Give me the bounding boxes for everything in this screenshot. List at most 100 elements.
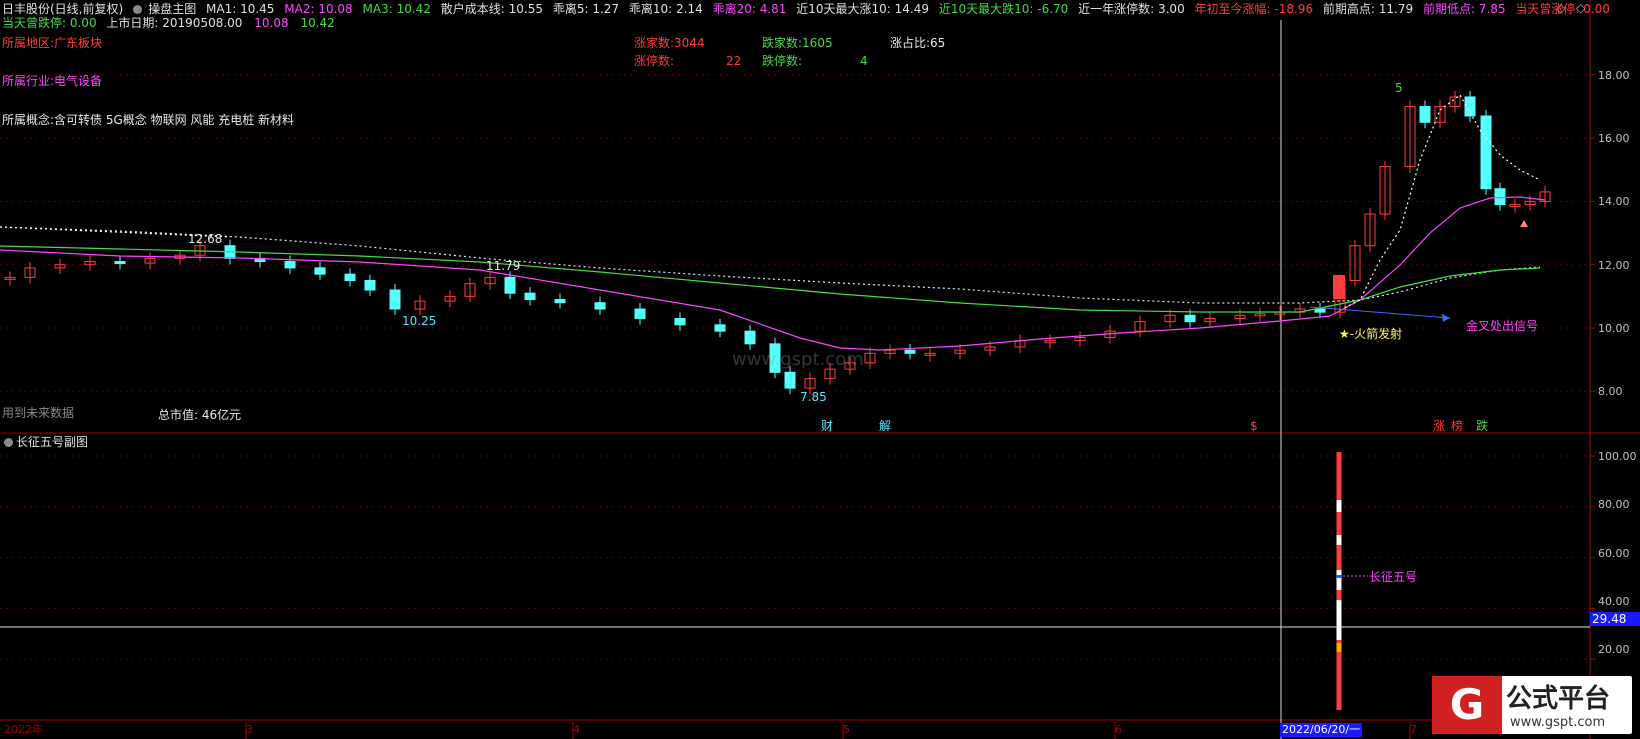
header-row-2: 当天曾跌停: 0.00 上市日期: 20190508.00 10.08 10.4… xyxy=(2,16,335,30)
aux-value-2: 10.42 xyxy=(300,16,335,30)
industry-label: 所属行业:电气设备 xyxy=(2,74,103,88)
price-tick-10: 10.00 xyxy=(1598,322,1630,335)
listing-date-value: 上市日期: 20190508.00 xyxy=(106,16,243,30)
candle-body xyxy=(114,261,126,265)
price-tick-8: 8.00 xyxy=(1598,385,1623,398)
cursor-date-label: 2022/06/20/一 xyxy=(1280,723,1363,737)
time-label-april: 4 xyxy=(573,723,580,736)
brand-title: 公式平台 xyxy=(1506,684,1611,714)
main-chart-label[interactable]: 操盘主图 xyxy=(148,2,196,16)
prev-high-value: 前期高点: 11.79 xyxy=(1322,2,1414,16)
candle-body xyxy=(674,318,686,326)
candle-body xyxy=(1494,188,1506,206)
bias5-value: 乖离5: 1.27 xyxy=(552,2,620,16)
candle-body xyxy=(364,280,376,291)
ma1-value: MA1: 10.45 xyxy=(206,2,275,16)
event-unlock-marker[interactable]: 解 xyxy=(879,419,891,433)
up-count-label: 涨家数:3044 xyxy=(634,36,705,50)
bias20-value: 乖离20: 4.81 xyxy=(712,2,787,16)
candle-body xyxy=(744,330,756,345)
candle-body xyxy=(594,302,606,310)
candle-body xyxy=(634,308,646,320)
ma2-line xyxy=(0,196,1546,351)
stock-name[interactable]: 日丰股份(日线,前复权) xyxy=(2,2,123,16)
sub-chart-title[interactable]: 长征五号副图 xyxy=(16,435,88,449)
event-rise-marker[interactable]: 涨 xyxy=(1433,419,1445,433)
sub-series-label: 长征五号 xyxy=(1369,570,1418,584)
candle-body xyxy=(284,261,296,269)
time-label-march: 3 xyxy=(246,723,253,736)
candle-body xyxy=(714,324,726,332)
small-triangle-marker xyxy=(1520,220,1528,227)
sub-tick-40: 40.00 xyxy=(1598,595,1630,608)
event-dollar-marker[interactable]: $ xyxy=(1250,419,1258,433)
signal-arrow xyxy=(1309,306,1451,319)
diamond-icon[interactable]: ◇ xyxy=(1556,1,1565,15)
limit-down-count-label: 跌停数: xyxy=(762,54,803,68)
candle-body xyxy=(1419,105,1431,123)
ever-limit-down-value: 当天曾跌停: 0.00 xyxy=(2,16,97,30)
candle-body xyxy=(1480,115,1492,190)
menu-dot-icon[interactable] xyxy=(133,5,143,14)
candle-body xyxy=(1314,308,1326,313)
candle-body xyxy=(784,371,796,389)
candle-body xyxy=(554,299,566,304)
candle-body xyxy=(344,273,356,282)
ytd-change-value: 年初至今涨幅: -18.96 xyxy=(1194,2,1314,16)
limit-up-count-value: 22 xyxy=(726,54,742,68)
candle-body xyxy=(504,276,516,294)
brand-url: www.gspt.com xyxy=(1510,715,1606,730)
sub-tick-60: 60.00 xyxy=(1598,547,1630,560)
brand-logo-icon: G xyxy=(1432,676,1502,734)
candle-body xyxy=(904,349,916,354)
time-label-july: 7 xyxy=(1410,723,1417,736)
candle-body xyxy=(524,292,536,301)
price-tick-16: 16.00 xyxy=(1598,132,1630,145)
event-list-marker[interactable]: 榜 xyxy=(1451,419,1463,433)
limit-up-year-value: 近一年涨停数: 3.00 xyxy=(1078,2,1185,16)
limit-up-candle xyxy=(1333,275,1345,299)
event-finance-marker[interactable]: 财 xyxy=(821,419,833,433)
price-tick-14: 14.00 xyxy=(1598,195,1630,208)
sub-tick-80: 80.00 xyxy=(1598,498,1630,511)
prev-low-value: 前期低点: 7.85 xyxy=(1422,2,1506,16)
sub-chart-menu-icon[interactable] xyxy=(4,438,13,447)
aux-value-1: 10.08 xyxy=(254,16,289,30)
limit-up-count-label: 涨停数: xyxy=(634,54,675,68)
rocket-signal-label: ★-火箭发射 xyxy=(1339,327,1403,341)
retail-cost-value: 散户成本线: 10.55 xyxy=(440,2,543,16)
watermark: www.gspt.com xyxy=(732,349,864,370)
down-count-label: 跌家数:1605 xyxy=(762,36,833,50)
signal-arrow-head xyxy=(1442,314,1450,322)
low-price-label-2: 7.85 xyxy=(800,390,827,404)
expand-icon[interactable]: ◇ xyxy=(1576,1,1585,15)
price-tick-18: 18.00 xyxy=(1598,69,1630,82)
high-price-label: 12.68 xyxy=(188,232,223,246)
ma2-value: MA2: 10.08 xyxy=(284,2,353,16)
max-fall10-value: 近10天最大跌10: -6.70 xyxy=(938,2,1069,16)
candle-body xyxy=(389,289,401,310)
sub-tick-100: 100.00 xyxy=(1598,450,1637,463)
time-label-may: 5 xyxy=(843,723,850,736)
bias10-value: 乖离10: 2.14 xyxy=(628,2,703,16)
sub-tick-20: 20.00 xyxy=(1598,643,1630,656)
candle-body xyxy=(314,267,326,275)
up-ratio-label: 涨占比:65 xyxy=(890,36,946,50)
future-data-label: 用到未来数据 xyxy=(2,406,75,420)
golden-cross-label: 金叉处出信号 xyxy=(1466,319,1539,333)
mid-price-label: 11.79 xyxy=(486,259,521,273)
candle-body xyxy=(1184,314,1196,323)
concepts-label: 所属概念:含可转债 5G概念 物联网 风能 充电桩 新材料 xyxy=(2,113,295,127)
header-row-1: 日丰股份(日线,前复权) 操盘主图 MA1: 10.45 MA2: 10.08 M… xyxy=(2,2,1616,16)
time-label-year: 2022年 xyxy=(4,723,43,736)
price-tick-12: 12.00 xyxy=(1598,259,1630,272)
count-label: 5 xyxy=(1395,81,1403,95)
market-cap-label: 总市值: 46亿元 xyxy=(158,408,242,422)
region-label: 所属地区:广东板块 xyxy=(2,36,103,50)
sub-chart-header: 长征五号副图 xyxy=(2,435,88,449)
event-fall-marker[interactable]: 跌 xyxy=(1476,419,1488,433)
max-rise10-value: 近10天最大涨10: 14.49 xyxy=(796,2,930,16)
low-price-label-1: 10.25 xyxy=(402,314,437,328)
limit-down-count-value: 4 xyxy=(860,54,868,68)
time-label-june: 6 xyxy=(1115,723,1122,736)
